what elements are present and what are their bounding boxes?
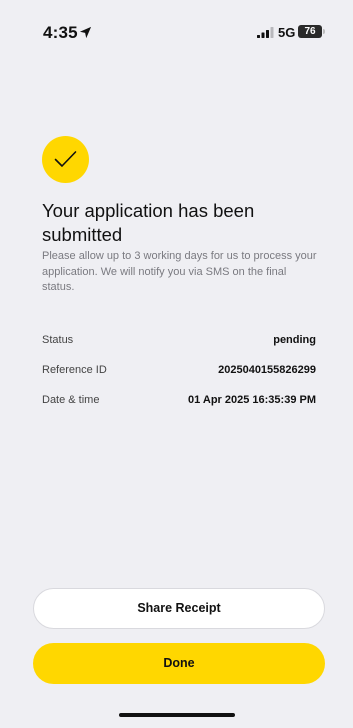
success-check-badge — [42, 136, 89, 183]
checkmark-icon — [54, 151, 77, 167]
detail-row-datetime: Date & time 01 Apr 2025 16:35:39 PM — [42, 394, 316, 410]
location-arrow-icon — [79, 26, 92, 39]
reference-id-label: Reference ID — [42, 364, 107, 376]
status-label: Status — [42, 334, 74, 346]
status-bar: 4:35 5G 76 — [0, 0, 353, 58]
detail-row-reference: Reference ID 2025040155826299 — [42, 364, 316, 380]
battery-icon: 76 — [298, 25, 322, 38]
signal-icon — [257, 27, 274, 38]
network-type: 5G — [278, 25, 296, 40]
datetime-label: Date & time — [42, 394, 100, 406]
status-time: 4:35 — [43, 23, 78, 42]
reference-id-value: 2025040155826299 — [218, 364, 316, 376]
datetime-value: 01 Apr 2025 16:35:39 PM — [188, 394, 316, 406]
home-indicator[interactable] — [119, 713, 235, 717]
status-message: Please allow up to 3 working days for us… — [42, 250, 317, 293]
share-receipt-button[interactable]: Share Receipt — [33, 588, 325, 629]
status-value: pending — [273, 334, 316, 346]
battery-cap — [323, 29, 325, 34]
page-title: Your application has been submitted — [42, 200, 255, 245]
detail-row-status: Status pending — [42, 334, 316, 350]
done-button[interactable]: Done — [33, 643, 325, 684]
